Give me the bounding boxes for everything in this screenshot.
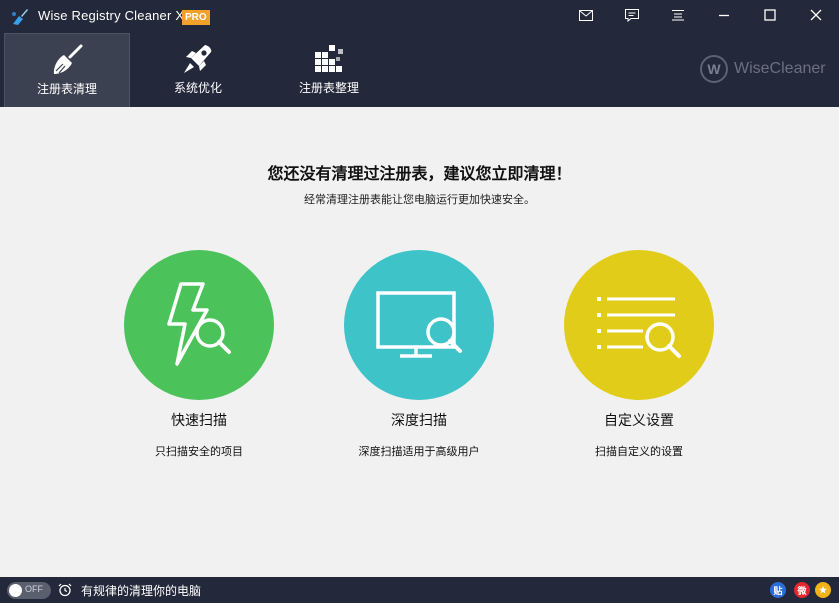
page-subtitle: 经常清理注册表能让您电脑运行更加快速安全。 xyxy=(304,193,535,206)
feedback-button[interactable] xyxy=(618,4,646,26)
deep-scan-option[interactable]: 深度扫描 深度扫描适用于高级用户 xyxy=(344,250,494,470)
blocks-icon xyxy=(315,45,343,72)
option-title: 快速扫描 xyxy=(171,413,227,429)
weibo-icon[interactable]: 微 xyxy=(794,582,810,598)
deep-scan-button[interactable] xyxy=(344,250,494,400)
wisecleaner-logo: W xyxy=(700,55,728,83)
list-search-icon xyxy=(597,297,681,358)
alarm-clock-icon[interactable] xyxy=(58,583,72,597)
custom-settings-button[interactable] xyxy=(564,250,714,400)
option-title: 自定义设置 xyxy=(604,413,674,429)
option-title: 深度扫描 xyxy=(391,413,447,429)
tieba-icon[interactable]: 贴 xyxy=(770,582,786,598)
top-bar: Wise Registry Cleaner X PRO 注册表清理 系统优化 注… xyxy=(0,0,839,107)
close-button[interactable] xyxy=(802,4,830,26)
pro-badge: PRO xyxy=(182,10,210,25)
rocket-icon xyxy=(184,45,212,73)
option-description: 扫描自定义的设置 xyxy=(595,445,683,458)
mail-icon xyxy=(579,9,593,21)
maximize-button[interactable] xyxy=(756,4,784,26)
lightning-search-icon xyxy=(167,282,231,366)
maximize-icon xyxy=(764,9,776,21)
tab-registry-cleaner[interactable]: 注册表清理 xyxy=(4,33,130,107)
tab-label: 系统优化 xyxy=(173,81,222,95)
minimize-icon xyxy=(719,14,729,17)
toggle-state: OFF xyxy=(25,584,43,594)
broom-app-icon xyxy=(12,9,28,25)
quick-scan-option[interactable]: 快速扫描 只扫描安全的项目 xyxy=(124,250,274,470)
mail-button[interactable] xyxy=(572,4,600,26)
tab-system-optimize[interactable]: 系统优化 xyxy=(135,33,261,107)
close-icon xyxy=(810,9,822,21)
broom-icon xyxy=(53,44,83,74)
custom-settings-option[interactable]: 自定义设置 扫描自定义的设置 xyxy=(564,250,714,470)
quick-scan-button[interactable] xyxy=(124,250,274,400)
tab-registry-defrag[interactable]: 注册表整理 xyxy=(266,33,392,107)
tab-label: 注册表清理 xyxy=(36,82,97,96)
app-title: Wise Registry Cleaner X xyxy=(38,8,185,23)
brand-name: WiseCleaner xyxy=(734,60,826,77)
schedule-toggle[interactable]: OFF xyxy=(7,582,51,599)
tab-label: 注册表整理 xyxy=(298,81,359,95)
minimize-button[interactable] xyxy=(710,4,738,26)
page-headline: 您还没有清理过注册表，建议您立即清理！ xyxy=(267,164,572,183)
status-bar: OFF 有规律的清理你的电脑 贴 微 ★ xyxy=(0,577,839,603)
monitor-search-icon xyxy=(376,291,462,358)
wisecleaner-brand[interactable]: W WiseCleaner xyxy=(700,54,826,84)
menu-button[interactable] xyxy=(664,4,692,26)
menu-icon xyxy=(672,10,684,21)
toggle-knob xyxy=(9,584,22,597)
star-icon[interactable]: ★ xyxy=(815,582,831,598)
schedule-text: 有规律的清理你的电脑 xyxy=(81,584,202,598)
feedback-icon xyxy=(625,8,639,22)
